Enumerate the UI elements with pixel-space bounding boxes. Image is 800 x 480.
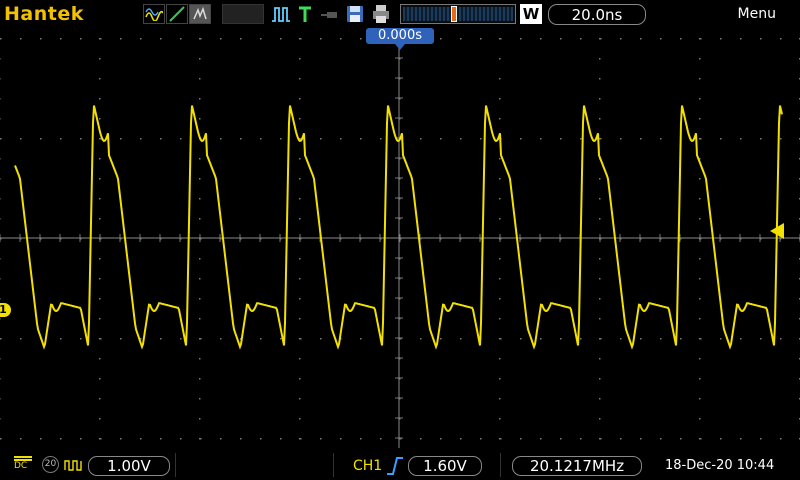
timebase-readout[interactable]: 20.0ns xyxy=(548,4,646,25)
probe-waveform-icon xyxy=(64,457,84,476)
save-icon[interactable] xyxy=(344,4,366,24)
time-window-indicator[interactable] xyxy=(400,4,516,24)
display-mode-group xyxy=(143,4,212,24)
waveform-display: 0.000s 1 xyxy=(0,28,800,448)
trigger-source-label[interactable]: CH1 xyxy=(353,458,382,474)
bottom-status-bar: DC 20 1.00V CH1 1.60V 20.1217MHz 18-Dec-… xyxy=(0,450,800,480)
ramp-mode-icon[interactable] xyxy=(166,4,188,24)
bandwidth-limit-icon[interactable]: 20 xyxy=(42,456,59,473)
trigger-T-icon[interactable] xyxy=(296,4,314,24)
window-mode-button[interactable]: W xyxy=(520,4,542,24)
persist-mode-icon[interactable] xyxy=(189,4,211,24)
rising-edge-icon[interactable] xyxy=(386,456,404,480)
frequency-readout: 20.1217MHz xyxy=(512,456,642,476)
waveform-mode-icon[interactable] xyxy=(143,4,165,24)
date-time: 18-Dec-20 10:44 xyxy=(665,458,775,473)
run-stop-icon[interactable] xyxy=(270,4,292,24)
ch1-volts-div-readout[interactable]: 1.00V xyxy=(88,456,170,476)
menu-button[interactable]: Menu xyxy=(738,6,776,22)
connector-icon xyxy=(320,4,342,24)
status-blank-slot xyxy=(222,4,264,24)
top-status-bar: Hantek W 20.0ns Menu xyxy=(0,0,800,28)
dc-coupling-icon[interactable]: DC xyxy=(14,456,32,471)
print-icon[interactable] xyxy=(370,4,392,24)
graticule xyxy=(0,37,800,448)
time-window-marker[interactable] xyxy=(451,6,457,22)
trigger-level-readout[interactable]: 1.60V xyxy=(408,456,482,476)
trigger-level-arrow-icon[interactable] xyxy=(770,223,784,239)
trigger-position-readout[interactable]: 0.000s xyxy=(366,28,434,44)
trigger-position-arrow-icon xyxy=(395,44,405,50)
brand-logo: Hantek xyxy=(4,3,84,25)
